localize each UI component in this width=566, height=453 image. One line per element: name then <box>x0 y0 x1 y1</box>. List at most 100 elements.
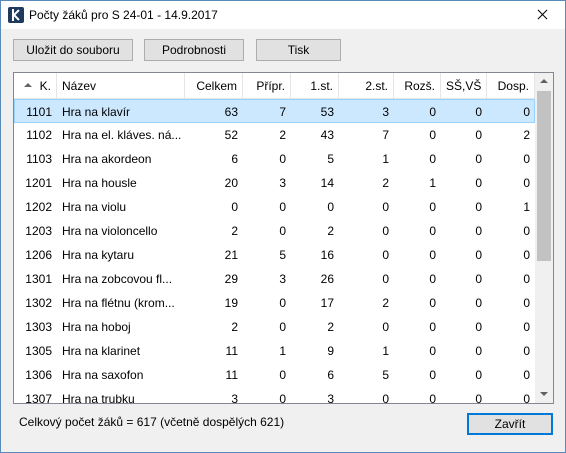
table-row[interactable]: 1202 Hra na violu 0 0 0 0 0 0 1 <box>14 195 535 219</box>
table-row[interactable]: 1305 Hra na klarinet 11 1 9 1 0 0 0 <box>14 339 535 363</box>
vertical-scrollbar[interactable] <box>535 73 553 403</box>
cell-second-level: 0 <box>382 200 389 214</box>
cell-adult: 0 <box>523 176 530 190</box>
cell-adult: 0 <box>523 320 530 334</box>
save-to-file-button[interactable]: Uložit do souboru <box>13 39 133 61</box>
cell-prep: 0 <box>279 152 286 166</box>
cell-extended: 0 <box>429 224 436 238</box>
table-row[interactable]: 1206 Hra na kytaru 21 5 16 0 0 0 0 <box>14 243 535 267</box>
cell-name: Hra na violoncello <box>62 224 158 238</box>
dialog-window: Počty žáků pro S 24-01 - 14.9.2017 Uloži… <box>0 0 566 453</box>
cell-first-level: 0 <box>327 200 334 214</box>
cell-extended: 0 <box>429 320 436 334</box>
cell-prep: 0 <box>279 392 286 404</box>
cell-code: 1206 <box>25 248 52 262</box>
column-header-adult[interactable]: Dosp. <box>487 73 535 99</box>
cell-second-level: 1 <box>382 152 389 166</box>
scrollbar-thumb[interactable] <box>537 91 551 261</box>
cell-total: 2 <box>231 320 238 334</box>
cell-first-level: 53 <box>320 105 334 119</box>
cell-secondary-university: 0 <box>475 296 482 310</box>
column-header-prep[interactable]: Přípr. <box>243 73 291 99</box>
cell-code: 1102 <box>26 128 52 142</box>
cell-second-level: 0 <box>382 224 389 238</box>
table-row[interactable]: 1307 Hra na trubku 3 0 3 0 0 0 0 <box>14 387 535 404</box>
table-row[interactable]: 1302 Hra na flétnu (krom... 19 0 17 2 0 0 0 <box>14 291 535 315</box>
column-header-code[interactable]: K. <box>14 73 57 99</box>
table-row[interactable]: 1303 Hra na hoboj 2 0 2 0 0 0 0 <box>14 315 535 339</box>
cell-first-level: 5 <box>327 152 334 166</box>
cell-adult: 0 <box>523 272 530 286</box>
column-header-second-level[interactable]: 2.st. <box>339 73 394 99</box>
cell-extended: 0 <box>429 392 436 404</box>
student-count-table[interactable]: K. Název Celkem Přípr. 1.st. 2.st. Rozš. SŠ,VŠ D… <box>13 72 554 404</box>
table-row[interactable]: 1201 Hra na housle 20 3 14 2 1 0 0 <box>14 171 535 195</box>
cell-total: 11 <box>225 368 238 382</box>
print-button[interactable]: Tisk <box>256 39 341 61</box>
cell-adult: 0 <box>523 344 530 358</box>
cell-adult: 1 <box>523 200 530 214</box>
cell-code: 1303 <box>25 320 52 334</box>
cell-prep: 2 <box>279 128 286 142</box>
scroll-up-icon[interactable] <box>535 73 553 90</box>
column-header-first-level[interactable]: 1.st. <box>291 73 339 99</box>
cell-code: 1201 <box>25 176 52 190</box>
cell-adult: 0 <box>523 248 530 262</box>
cell-extended: 1 <box>429 176 436 190</box>
cell-extended: 0 <box>429 200 436 214</box>
table-row[interactable]: 1101 Hra na klavír 63 7 53 3 0 0 0 <box>14 99 535 123</box>
cell-secondary-university: 0 <box>475 248 482 262</box>
cell-prep: 7 <box>279 105 286 119</box>
sort-ascending-icon <box>24 83 32 87</box>
cell-prep: 3 <box>279 176 286 190</box>
cell-extended: 0 <box>429 105 436 119</box>
cell-extended: 0 <box>429 128 436 142</box>
cell-adult: 2 <box>523 128 530 142</box>
cell-secondary-university: 0 <box>475 152 482 166</box>
close-icon[interactable] <box>519 1 565 29</box>
cell-code: 1301 <box>25 272 52 286</box>
k-logo-icon <box>8 7 24 23</box>
table-row[interactable]: 1306 Hra na saxofon 11 0 6 5 0 0 0 <box>14 363 535 387</box>
cell-second-level: 2 <box>382 176 389 190</box>
cell-secondary-university: 0 <box>475 272 482 286</box>
cell-code: 1203 <box>25 224 52 238</box>
cell-secondary-university: 0 <box>475 392 482 404</box>
cell-first-level: 16 <box>320 248 334 262</box>
scroll-down-icon[interactable] <box>535 386 553 403</box>
cell-code: 1306 <box>25 368 52 382</box>
column-header-total[interactable]: Celkem <box>185 73 243 99</box>
cell-secondary-university: 0 <box>475 320 482 334</box>
cell-first-level: 14 <box>320 176 334 190</box>
close-button[interactable]: Zavřít <box>467 413 553 435</box>
cell-first-level: 43 <box>320 128 334 142</box>
cell-second-level: 0 <box>382 392 389 404</box>
details-button[interactable]: Podrobnosti <box>144 39 244 61</box>
cell-code: 1101 <box>26 105 52 119</box>
cell-code: 1202 <box>25 200 52 214</box>
table-row[interactable]: 1102 Hra na el. kláves. ná... 52 2 43 7 0 0 2 <box>14 123 535 147</box>
cell-secondary-university: 0 <box>475 368 482 382</box>
table-row[interactable]: 1103 Hra na akordeon 6 0 5 1 0 0 0 <box>14 147 535 171</box>
cell-second-level: 7 <box>382 128 389 142</box>
cell-secondary-university: 0 <box>475 224 482 238</box>
cell-extended: 0 <box>429 368 436 382</box>
cell-second-level: 0 <box>382 248 389 262</box>
cell-name: Hra na violu <box>62 200 127 214</box>
cell-name: Hra na saxofon <box>62 368 144 382</box>
cell-total: 3 <box>231 392 238 404</box>
cell-prep: 0 <box>279 224 286 238</box>
column-header-secondary-university[interactable]: SŠ,VŠ <box>441 73 487 99</box>
cell-name: Hra na klarinet <box>62 344 141 358</box>
title-bar[interactable]: Počty žáků pro S 24-01 - 14.9.2017 <box>1 1 565 29</box>
cell-second-level: 0 <box>382 320 389 334</box>
cell-adult: 0 <box>523 392 530 404</box>
window-title: Počty žáků pro S 24-01 - 14.9.2017 <box>29 8 218 22</box>
table-row[interactable]: 1203 Hra na violoncello 2 0 2 0 0 0 0 <box>14 219 535 243</box>
table-row[interactable]: 1301 Hra na zobcovou fl... 29 3 26 0 0 0 0 <box>14 267 535 291</box>
cell-first-level: 6 <box>327 368 334 382</box>
cell-secondary-university: 0 <box>475 128 482 142</box>
cell-extended: 0 <box>429 344 436 358</box>
column-header-name[interactable]: Název <box>57 73 185 99</box>
column-header-extended[interactable]: Rozš. <box>394 73 441 99</box>
